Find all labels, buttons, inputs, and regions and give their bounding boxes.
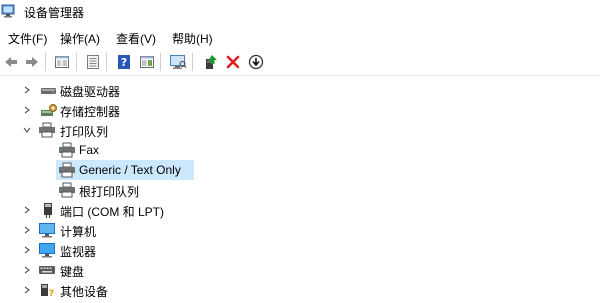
tree-node-root-print-queue[interactable]: 根打印队列: [56, 180, 206, 200]
printer-icon: [59, 182, 75, 198]
storage-controller-icon: [41, 104, 57, 116]
tree-node-label: 其他设备: [60, 285, 109, 299]
tree-node-label: 存储控制器: [60, 105, 121, 119]
tree-node-keyboards[interactable]: 键盘: [20, 260, 220, 280]
svg-text:?: ?: [121, 56, 127, 69]
tree-node-computer[interactable]: 计算机: [20, 220, 220, 240]
chevron-down-icon[interactable]: [20, 120, 34, 140]
tree-node-print-queues[interactable]: 打印队列: [20, 120, 220, 140]
tree-node-storage-controllers[interactable]: 存储控制器: [20, 100, 220, 120]
chevron-right-icon[interactable]: [20, 220, 34, 240]
toolbar-separator: [160, 53, 161, 71]
title-bar: 设备管理器: [0, 0, 600, 24]
tree-node-label: 端口 (COM 和 LPT): [60, 205, 164, 219]
tree-node-generic-text-only[interactable]: Generic / Text Only: [56, 160, 194, 180]
tree-node-fax[interactable]: Fax: [56, 140, 206, 160]
printer-icon: [59, 142, 75, 158]
menu-file[interactable]: 文件(F): [6, 29, 49, 48]
toolbar: ?: [0, 48, 600, 76]
tree-node-label: 键盘: [60, 265, 85, 279]
menu-help[interactable]: 帮助(H): [170, 29, 215, 48]
port-icon: [44, 203, 52, 218]
svg-text:?: ?: [49, 289, 54, 298]
chevron-right-icon[interactable]: [20, 260, 34, 280]
chevron-right-icon[interactable]: [20, 100, 34, 120]
toolbar-separator: [106, 53, 107, 71]
toolbar-separator: [192, 53, 193, 71]
forward-icon[interactable]: [22, 52, 42, 72]
tree-node-label: 计算机: [60, 225, 97, 239]
monitor-icon: [39, 243, 55, 258]
uninstall-icon[interactable]: [223, 52, 243, 72]
chevron-right-icon[interactable]: [20, 280, 34, 300]
tree-node-monitors[interactable]: 监视器: [20, 240, 220, 260]
tree-node-label: 磁盘驱动器: [60, 85, 121, 99]
tree-node-other-devices[interactable]: ? 其他设备: [20, 280, 220, 300]
printer-icon: [39, 122, 55, 138]
help-icon[interactable]: ?: [114, 52, 134, 72]
menu-view[interactable]: 查看(V): [114, 29, 158, 48]
chevron-right-icon[interactable]: [20, 80, 34, 100]
device-manager-app-icon: [1, 4, 15, 18]
tree-node-label: Generic / Text Only: [79, 163, 181, 177]
tree-node-label: 打印队列: [60, 125, 109, 139]
tree-node-ports[interactable]: 端口 (COM 和 LPT): [20, 200, 240, 220]
update-driver-icon[interactable]: [201, 52, 221, 72]
monitor-scan-icon[interactable]: [168, 52, 188, 72]
tree-node-label: 根打印队列: [79, 185, 140, 199]
menu-bar: 文件(F) 操作(A) 查看(V) 帮助(H): [0, 26, 600, 48]
tree-node-label: 监视器: [60, 245, 97, 259]
chevron-right-icon[interactable]: [20, 200, 34, 220]
device-tree: 磁盘驱动器 存储控制器 打印队列 Fax Generic / Text Only…: [0, 78, 600, 303]
toolbar-separator: [76, 53, 77, 71]
back-icon[interactable]: [1, 52, 21, 72]
menu-action[interactable]: 操作(A): [58, 29, 102, 48]
window-title: 设备管理器: [24, 6, 85, 20]
computer-icon: [39, 223, 55, 238]
keyboard-icon: [39, 266, 55, 274]
properties-pane-icon[interactable]: [52, 52, 72, 72]
tree-node-label: Fax: [79, 143, 100, 157]
download-icon[interactable]: [246, 52, 266, 72]
tree-node-disk-drives[interactable]: 磁盘驱动器: [20, 80, 220, 100]
toolbar-separator: [45, 53, 46, 71]
device-list-icon[interactable]: [83, 52, 103, 72]
chevron-right-icon[interactable]: [20, 240, 34, 260]
printer-icon: [59, 162, 75, 178]
action-pane-icon[interactable]: [137, 52, 157, 72]
other-device-icon: ?: [41, 284, 54, 298]
disk-drive-icon: [41, 88, 56, 94]
